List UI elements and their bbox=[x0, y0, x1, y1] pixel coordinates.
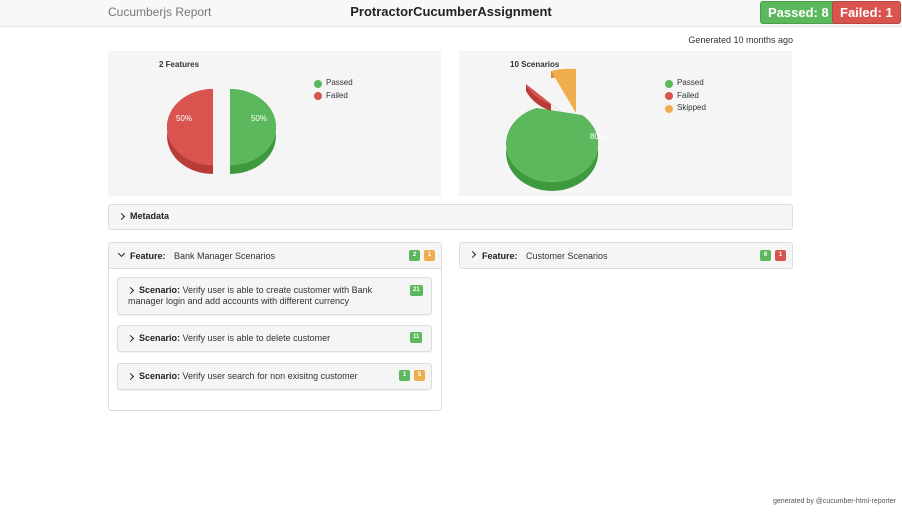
scenario-item[interactable]: Scenario: Verify user search for non exi… bbox=[117, 363, 432, 390]
features-chart-legend: Passed Failed bbox=[314, 77, 353, 102]
feature-header[interactable]: Feature: Customer Scenarios 6 1 bbox=[460, 243, 792, 268]
features-passed-data-label: 50% bbox=[251, 114, 267, 123]
scenario-item[interactable]: Scenario: Verify user is able to create … bbox=[117, 277, 432, 315]
footer-credit: generated by @cucumber-html-reporter bbox=[772, 498, 896, 505]
legend-dot bbox=[314, 92, 322, 100]
failed-count-badge: 1 bbox=[775, 250, 786, 261]
scenarios-pie-chart: 80% bbox=[506, 68, 606, 191]
scenario-item[interactable]: Scenario: Verify user is able to delete … bbox=[117, 325, 432, 352]
failed-total-badge: Failed: 1 bbox=[832, 1, 901, 24]
features-pie-chart: 50% 50% bbox=[167, 89, 276, 174]
scenario-keyword: Scenario: bbox=[139, 285, 181, 295]
legend-dot bbox=[665, 104, 673, 113]
legend-label: Failed bbox=[326, 90, 348, 100]
chevron-right-icon bbox=[468, 250, 477, 259]
legend-dot bbox=[314, 79, 322, 88]
features-failed-data-label: 50% bbox=[176, 114, 192, 123]
legend-item-failed[interactable]: Failed bbox=[314, 90, 353, 103]
pie-slice-passed bbox=[506, 108, 599, 182]
scenario-name: Verify user is able to delete customer bbox=[182, 333, 331, 343]
scenarios-chart-panel: 10 Scenarios 80% Passed Failed Skipped bbox=[459, 51, 792, 196]
generated-timestamp: Generated 10 months ago bbox=[688, 35, 793, 45]
passed-count-badge: 1 bbox=[399, 370, 410, 381]
legend-item-skipped[interactable]: Skipped bbox=[665, 102, 706, 115]
legend-item-failed[interactable]: Failed bbox=[665, 90, 706, 103]
legend-dot bbox=[665, 79, 673, 88]
feature-panel-customer: Feature: Customer Scenarios 6 1 bbox=[459, 242, 793, 269]
skipped-count-badge: 5 bbox=[414, 370, 425, 381]
skipped-count-badge: 1 bbox=[424, 250, 435, 261]
metadata-toggle[interactable]: Metadata bbox=[108, 204, 793, 230]
scenario-keyword: Scenario: bbox=[139, 371, 181, 381]
chevron-right-icon bbox=[117, 212, 126, 221]
passed-count-badge: 6 bbox=[760, 250, 771, 261]
scenarios-chart-legend: Passed Failed Skipped bbox=[665, 77, 706, 115]
scenario-text: Scenario: Verify user is able to delete … bbox=[128, 333, 388, 344]
legend-label: Skipped bbox=[677, 103, 706, 112]
top-navbar: Cucumberjs Report ProtractorCucumberAssi… bbox=[0, 0, 902, 27]
passed-total-badge: Passed: 8 bbox=[760, 1, 837, 24]
scenario-keyword: Scenario: bbox=[139, 333, 181, 343]
legend-item-passed[interactable]: Passed bbox=[314, 77, 353, 90]
scenario-text: Scenario: Verify user search for non exi… bbox=[128, 371, 388, 382]
feature-name: Bank Manager Scenarios bbox=[174, 251, 276, 261]
feature-header[interactable]: Feature: Bank Manager Scenarios 2 1 bbox=[109, 243, 441, 269]
feature-panel-bank-manager: Feature: Bank Manager Scenarios 2 1 Scen… bbox=[108, 242, 442, 411]
features-chart-panel: 2 Features 50% 50% Passed Failed bbox=[108, 51, 441, 196]
legend-label: Passed bbox=[326, 78, 353, 87]
feature-name: Customer Scenarios bbox=[526, 251, 608, 261]
pie-slice-skipped bbox=[551, 68, 576, 113]
chevron-down-icon bbox=[117, 249, 126, 258]
feature-keyword: Feature: bbox=[130, 251, 166, 261]
scenario-text: Scenario: Verify user is able to create … bbox=[128, 285, 388, 307]
scenarios-passed-data-label: 80% bbox=[590, 132, 606, 141]
metadata-label: Metadata bbox=[130, 211, 170, 221]
feature-keyword: Feature: bbox=[482, 251, 518, 261]
legend-label: Failed bbox=[677, 90, 699, 100]
passed-count-badge: 11 bbox=[410, 332, 423, 343]
legend-dot bbox=[665, 92, 673, 100]
legend-label: Passed bbox=[677, 78, 704, 87]
legend-item-passed[interactable]: Passed bbox=[665, 77, 706, 90]
scenario-name: Verify user search for non exisitng cust… bbox=[182, 371, 358, 381]
passed-count-badge: 2 bbox=[409, 250, 420, 261]
passed-count-badge: 21 bbox=[410, 285, 423, 296]
